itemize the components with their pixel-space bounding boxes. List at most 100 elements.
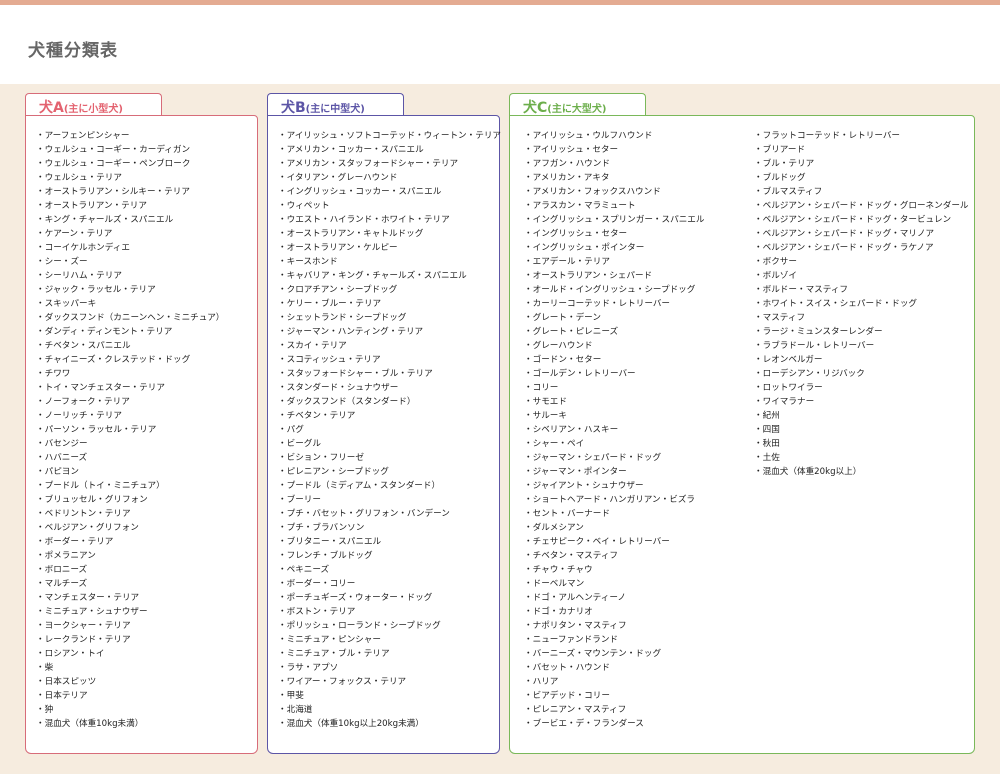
group-b-item: ・オーストラリアン・キャトルドッグ [278,229,424,239]
group-b-item: ・ダックスフンド（スタンダード） [278,397,416,407]
group-b-item: ・ワイアー・フォックス・テリア [278,677,407,687]
group-c-item: ・ブービエ・デ・フランダース [524,719,644,729]
group-a-item: ・混血犬（体重10kg未満） [36,719,144,729]
group-c-item: ・チベタン・マスティフ [524,551,619,561]
group-b-item: ・ブーリー [278,495,321,505]
group-a-item: ・レークランド・テリア [36,635,131,645]
group-c-item: ・ドゴ・アルヘンティーノ [524,593,627,603]
group-a-item: ・ブリュッセル・グリフォン [36,495,148,505]
group-a-item: ・チャイニーズ・クレステッド・ドッグ [36,355,191,365]
group-b-sub: (主に中型犬) [305,104,365,115]
group-b-item: ・オーストラリアン・ケルピー [278,243,398,253]
group-b-item: ・プードル（ミディアム・スタンダード） [278,481,441,491]
group-a-sub: (主に小型犬) [63,104,123,115]
group-c-item: ・サモエド [524,397,567,407]
group-a-item: ・マルチーズ [36,579,88,589]
group-b-item: ・スタッフォードシャー・ブル・テリア [278,369,433,379]
group-c-item: ・バーニーズ・マウンテン・ドッグ [524,649,662,659]
group-c-item: ・ブル・テリア [754,159,815,169]
group-a-label: 犬A [39,100,64,116]
group-a-item: ・ノーフォーク・テリア [36,397,130,407]
group-c-item: ・ジャイアント・シュナウザー [524,481,644,491]
group-b-item: ・ポリッシュ・ローランド・シープドッグ [278,621,441,631]
group-a-item: ・ウェルシュ・コーギー・ペンブローク [36,159,191,169]
group-a-item: ・ロシアン・トイ [36,649,105,659]
group-c-item: ・ビアデッド・コリー [524,691,610,701]
group-c-item: ・ショートヘアード・ハンガリアン・ビズラ [524,495,696,505]
group-c-item: ・サルーキ [524,411,567,421]
group-b-item: ・ピレニアン・シープドッグ [278,467,389,477]
group-c-item: ・チェサピーク・ベイ・レトリーバー [524,537,670,547]
group-c-item: ・ハリア [524,677,559,687]
group-b-item: ・スカイ・テリア [278,341,347,351]
group-a-item: ・チベタン・スパニエル [36,341,131,351]
group-a-item: ・ダックスフンド（カニーンヘン・ミニチュア） [36,313,225,323]
group-a-item: ・ジャック・ラッセル・テリア [36,285,156,295]
group-b-item: ・スタンダード・シュナウザー [278,383,399,393]
group-a-item: ・コーイケルホンディエ [36,243,130,253]
group-b-item: ・ボーダー・コリー [278,579,356,589]
group-a-item: ・ボーダー・テリア [36,537,114,547]
group-b-item: ・パグ [278,425,304,435]
group-c-item: ・アイリッシュ・ウルフハウンド [524,131,653,141]
group-c-item: ・ローデシアン・リジバック [754,369,865,379]
group-c-item: ・イングリッシュ・ポインター [524,243,645,253]
group-c-item: ・ダルメシアン [524,523,584,533]
group-a-item: ・ハバニーズ [36,453,88,463]
group-c-item: ・アメリカン・フォックスハウンド [524,187,661,197]
group-b-item: ・ボストン・テリア [278,607,356,617]
group-c-item: ・ベルジアン・シェパード・ドッグ・マリノア [754,229,935,239]
group-b-item: ・混血犬（体重10kg以上20kg未満） [278,719,424,729]
group-b-item: ・シェットランド・シープドッグ [278,313,407,323]
group-c-item: ・レオンベルガー [754,355,823,365]
group-b-item: ・アイリッシュ・ソフトコーテッド・ウィートン・テリア [278,131,502,141]
group-a-item: ・マンチェスター・テリア [36,593,140,603]
group-c-sub: (主に大型犬) [547,104,607,115]
group-c-item: ・ブルマスティフ [754,187,823,197]
group-c-item: ・ジャーマン・シェパード・ドッグ [524,453,662,463]
group-c-item: ・カーリーコーテッド・レトリーバー [524,299,671,309]
group-c-panel: ・アイリッシュ・ウルフハウンド ・アイリッシュ・セター ・アフガン・ハウンド ・アメリ… [509,115,975,754]
group-c-item: ・ボルゾイ [754,271,797,281]
group-c-label: 犬C [523,100,548,116]
group-c-item: ・ラブラドール・レトリーバー [754,341,875,351]
group-c-item: ・アメリカン・アキタ [524,173,610,183]
group-c-item: ・チャウ・チャウ [524,565,593,575]
group-b-item: ・スコティッシュ・テリア [278,355,381,365]
group-c-item: ・四国 [754,425,780,435]
group-c-item: ・セント・バーナード [524,509,610,519]
group-b-item: ・キャバリア・キング・チャールズ・スパニエル [278,271,467,281]
group-b-list: ・アイリッシュ・ソフトコーテッド・ウィートン・テリア ・アメリカン・コッカー・スパ… [278,129,501,731]
group-a-item: ・ベルジアン・グリフォン [36,523,139,533]
group-b-item: ・ウエスト・ハイランド・ホワイト・テリア [278,215,450,225]
group-b-item: ・チベタン・テリア [278,411,356,421]
group-b-item: ・甲斐 [278,691,304,701]
group-c-item: ・オールド・イングリッシュ・シープドッグ [524,285,696,295]
group-c-item: ・グレート・デーン [524,313,601,323]
group-a-item: ・チワワ [36,369,71,379]
group-c-item: ・紀州 [754,411,780,421]
group-b-item: ・ブリタニー・スパニエル [278,537,382,547]
group-a-item: ・ボロニーズ [36,565,88,575]
group-a-item: ・キング・チャールズ・スパニエル [36,215,174,225]
group-c-item: ・バセット・ハウンド [524,663,610,673]
group-c-item: ・コリー [524,383,559,393]
group-c-item: ・ジャーマン・ポインター [524,467,627,477]
group-c-item: ・ワイマラナー [754,397,815,407]
group-c-item: ・オーストラリアン・シェパード [524,271,653,281]
group-c-item: ・ブルドッグ [754,173,806,183]
group-a-panel: ・アーフェンピンシャー ・ウェルシュ・コーギー・カーディガン ・ウェルシュ・コーギー… [25,115,258,754]
group-a-item: ・柴 [36,663,54,673]
group-b-tab: 犬B(主に中型犬) [267,93,404,117]
group-c-item: ・ラージ・ミュンスターレンダー [754,327,883,337]
group-c-item: ・ブリアード [754,145,806,155]
group-a-item: ・アーフェンピンシャー [36,131,130,141]
group-a-item: ・バセンジー [36,439,88,449]
group-c-item: ・ボクサー [754,257,797,267]
group-c-list-col1: ・アイリッシュ・ウルフハウンド ・アイリッシュ・セター ・アフガン・ハウンド ・アメリ… [524,129,704,731]
group-a-item: ・パーソン・ラッセル・テリア [36,425,157,435]
group-b-item: ・ポーチュギーズ・ウォーター・ドッグ [278,593,433,603]
group-c-item: ・秋田 [754,439,780,449]
group-a-list: ・アーフェンピンシャー ・ウェルシュ・コーギー・カーディガン ・ウェルシュ・コーギー… [36,129,224,731]
group-c-item: ・混血犬（体重20kg以上） [754,467,862,477]
